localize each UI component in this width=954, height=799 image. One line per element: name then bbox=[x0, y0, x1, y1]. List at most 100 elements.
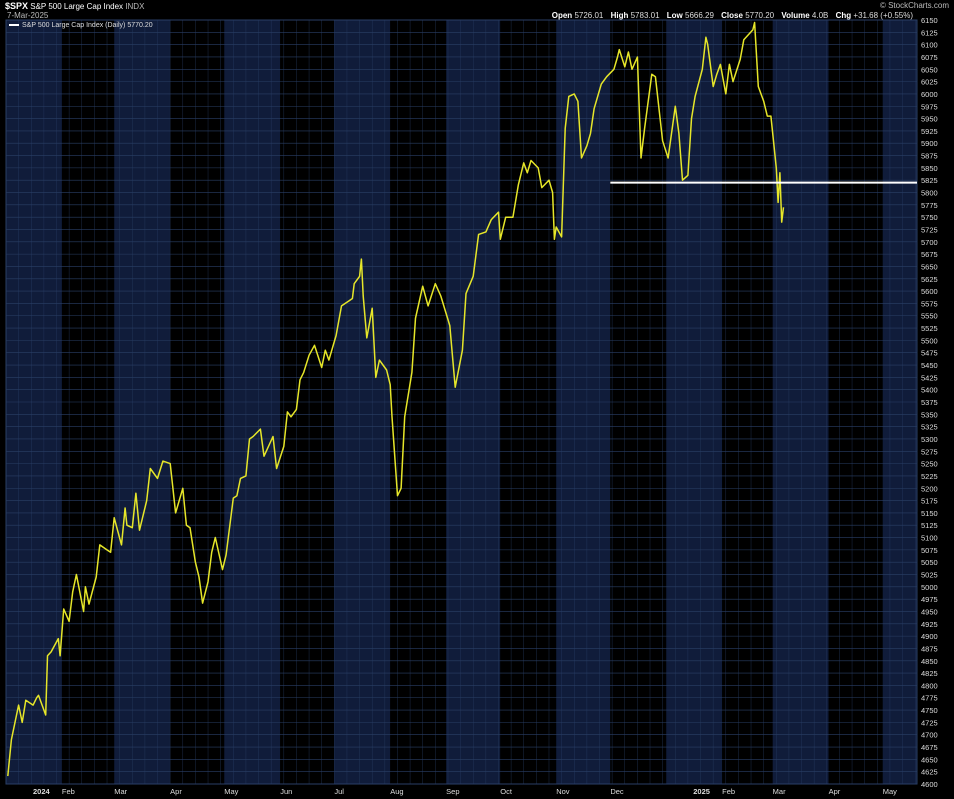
y-tick-label: 5125 bbox=[921, 521, 938, 530]
chg-label: Chg bbox=[835, 11, 852, 20]
y-tick-label: 5900 bbox=[921, 139, 938, 148]
x-tick-label: Mar bbox=[114, 787, 127, 796]
high-value: 5783.01 bbox=[630, 11, 660, 20]
y-tick-label: 5100 bbox=[921, 534, 938, 543]
x-tick-label: May bbox=[224, 787, 238, 796]
ohlc-readout: Open 5726.01 High 5783.01 Low 5666.29 Cl… bbox=[552, 11, 918, 20]
x-tick-label: Feb bbox=[722, 787, 735, 796]
legend-label: S&P 500 Large Cap Index (Daily) 5770.20 bbox=[22, 22, 153, 29]
y-tick-label: 5250 bbox=[921, 460, 938, 469]
x-tick-label: 2025 bbox=[693, 787, 710, 796]
chart-date: 7-Mar-2025 bbox=[7, 11, 49, 20]
x-tick-label: May bbox=[883, 787, 897, 796]
y-tick-label: 5325 bbox=[921, 423, 938, 432]
y-tick-label: 5625 bbox=[921, 275, 938, 284]
y-tick-label: 6150 bbox=[921, 16, 938, 25]
x-axis: 2024 Feb Mar Apr May Jun Jul Aug Sep Oct Nov Dec 202… bbox=[33, 787, 897, 796]
x-tick-label: Aug bbox=[390, 787, 403, 796]
y-tick-label: 5650 bbox=[921, 262, 938, 271]
y-tick-label: 4825 bbox=[921, 669, 938, 678]
y-tick-label: 4625 bbox=[921, 768, 938, 777]
y-tick-label: 5675 bbox=[921, 250, 938, 259]
y-tick-label: 5300 bbox=[921, 435, 938, 444]
y-tick-label: 5400 bbox=[921, 386, 938, 395]
y-tick-label: 5150 bbox=[921, 509, 938, 518]
y-tick-label: 5725 bbox=[921, 225, 938, 234]
legend: S&P 500 Large Cap Index (Daily) 5770.20 bbox=[9, 22, 153, 29]
y-tick-label: 5825 bbox=[921, 176, 938, 185]
x-tick-label: Oct bbox=[500, 787, 513, 796]
x-tick-label: Jul bbox=[334, 787, 344, 796]
exchange: INDX bbox=[125, 2, 145, 11]
x-tick-label: Apr bbox=[170, 787, 182, 796]
y-tick-label: 5025 bbox=[921, 571, 938, 580]
y-tick-label: 5875 bbox=[921, 152, 938, 161]
index-name: S&P 500 Large Cap Index bbox=[30, 2, 124, 11]
y-tick-label: 4950 bbox=[921, 607, 938, 616]
volume-value: 4.0B bbox=[811, 11, 829, 20]
y-tick-label: 5975 bbox=[921, 102, 938, 111]
y-axis: 4600 4625 4650 4675 4700 4725 4750 4775 4800 4825… bbox=[921, 16, 938, 789]
y-tick-label: 5375 bbox=[921, 398, 938, 407]
y-tick-label: 5200 bbox=[921, 484, 938, 493]
low-label: Low bbox=[666, 11, 683, 20]
y-tick-label: 5075 bbox=[921, 546, 938, 555]
chg-value: +31.68 (+0.55%) bbox=[853, 11, 913, 20]
y-tick-label: 4675 bbox=[921, 743, 938, 752]
chart-title: $SPX S&P 500 Large Cap Index INDX bbox=[5, 1, 144, 11]
open-value: 5726.01 bbox=[574, 11, 604, 20]
y-tick-label: 5425 bbox=[921, 373, 938, 382]
legend-swatch bbox=[9, 24, 19, 27]
y-tick-label: 5050 bbox=[921, 558, 938, 567]
x-tick-label: Sep bbox=[446, 787, 459, 796]
y-tick-label: 5600 bbox=[921, 287, 938, 296]
open-label: Open bbox=[551, 11, 573, 20]
y-tick-label: 5175 bbox=[921, 497, 938, 506]
y-tick-label: 5575 bbox=[921, 299, 938, 308]
x-tick-label: Feb bbox=[62, 787, 75, 796]
x-tick-label: Nov bbox=[556, 787, 570, 796]
y-tick-label: 5225 bbox=[921, 472, 938, 481]
y-tick-label: 5275 bbox=[921, 447, 938, 456]
y-tick-label: 5500 bbox=[921, 336, 938, 345]
y-tick-label: 4850 bbox=[921, 657, 938, 666]
x-tick-label: 2024 bbox=[33, 787, 51, 796]
y-tick-label: 5550 bbox=[921, 312, 938, 321]
y-tick-label: 5450 bbox=[921, 361, 938, 370]
y-tick-label: 5700 bbox=[921, 238, 938, 247]
x-tick-label: Jun bbox=[280, 787, 292, 796]
y-tick-label: 4900 bbox=[921, 632, 938, 641]
x-tick-label: Apr bbox=[829, 787, 841, 796]
y-tick-label: 5950 bbox=[921, 115, 938, 124]
close-value: 5770.20 bbox=[745, 11, 775, 20]
y-tick-label: 5525 bbox=[921, 324, 938, 333]
y-tick-label: 5800 bbox=[921, 189, 938, 198]
close-label: Close bbox=[721, 11, 743, 20]
y-tick-label: 4775 bbox=[921, 694, 938, 703]
price-chart: 2024 Feb Mar Apr May Jun Jul Aug Sep Oct Nov Dec 202… bbox=[5, 16, 938, 796]
y-tick-label: 5350 bbox=[921, 410, 938, 419]
brand-logo: © StockCharts.com bbox=[879, 1, 949, 10]
y-tick-label: 4975 bbox=[921, 595, 938, 604]
y-tick-label: 6125 bbox=[921, 28, 938, 37]
y-tick-label: 4600 bbox=[921, 780, 938, 789]
y-tick-label: 5775 bbox=[921, 201, 938, 210]
high-label: High bbox=[610, 11, 629, 20]
x-tick-label: Mar bbox=[773, 787, 786, 796]
y-tick-label: 5475 bbox=[921, 349, 938, 358]
low-value: 5666.29 bbox=[685, 11, 714, 20]
y-tick-label: 4875 bbox=[921, 644, 938, 653]
y-tick-label: 6100 bbox=[921, 41, 938, 50]
y-tick-label: 5925 bbox=[921, 127, 938, 136]
y-tick-label: 4800 bbox=[921, 681, 938, 690]
y-tick-label: 4750 bbox=[921, 706, 938, 715]
x-tick-label: Dec bbox=[610, 787, 624, 796]
y-tick-label: 5750 bbox=[921, 213, 938, 222]
y-tick-label: 4725 bbox=[921, 718, 938, 727]
y-tick-label: 4650 bbox=[921, 755, 938, 764]
y-tick-label: 6050 bbox=[921, 65, 938, 74]
y-tick-label: 4925 bbox=[921, 620, 938, 629]
y-tick-label: 5850 bbox=[921, 164, 938, 173]
y-tick-label: 6000 bbox=[921, 90, 938, 99]
volume-label: Volume bbox=[781, 11, 810, 20]
